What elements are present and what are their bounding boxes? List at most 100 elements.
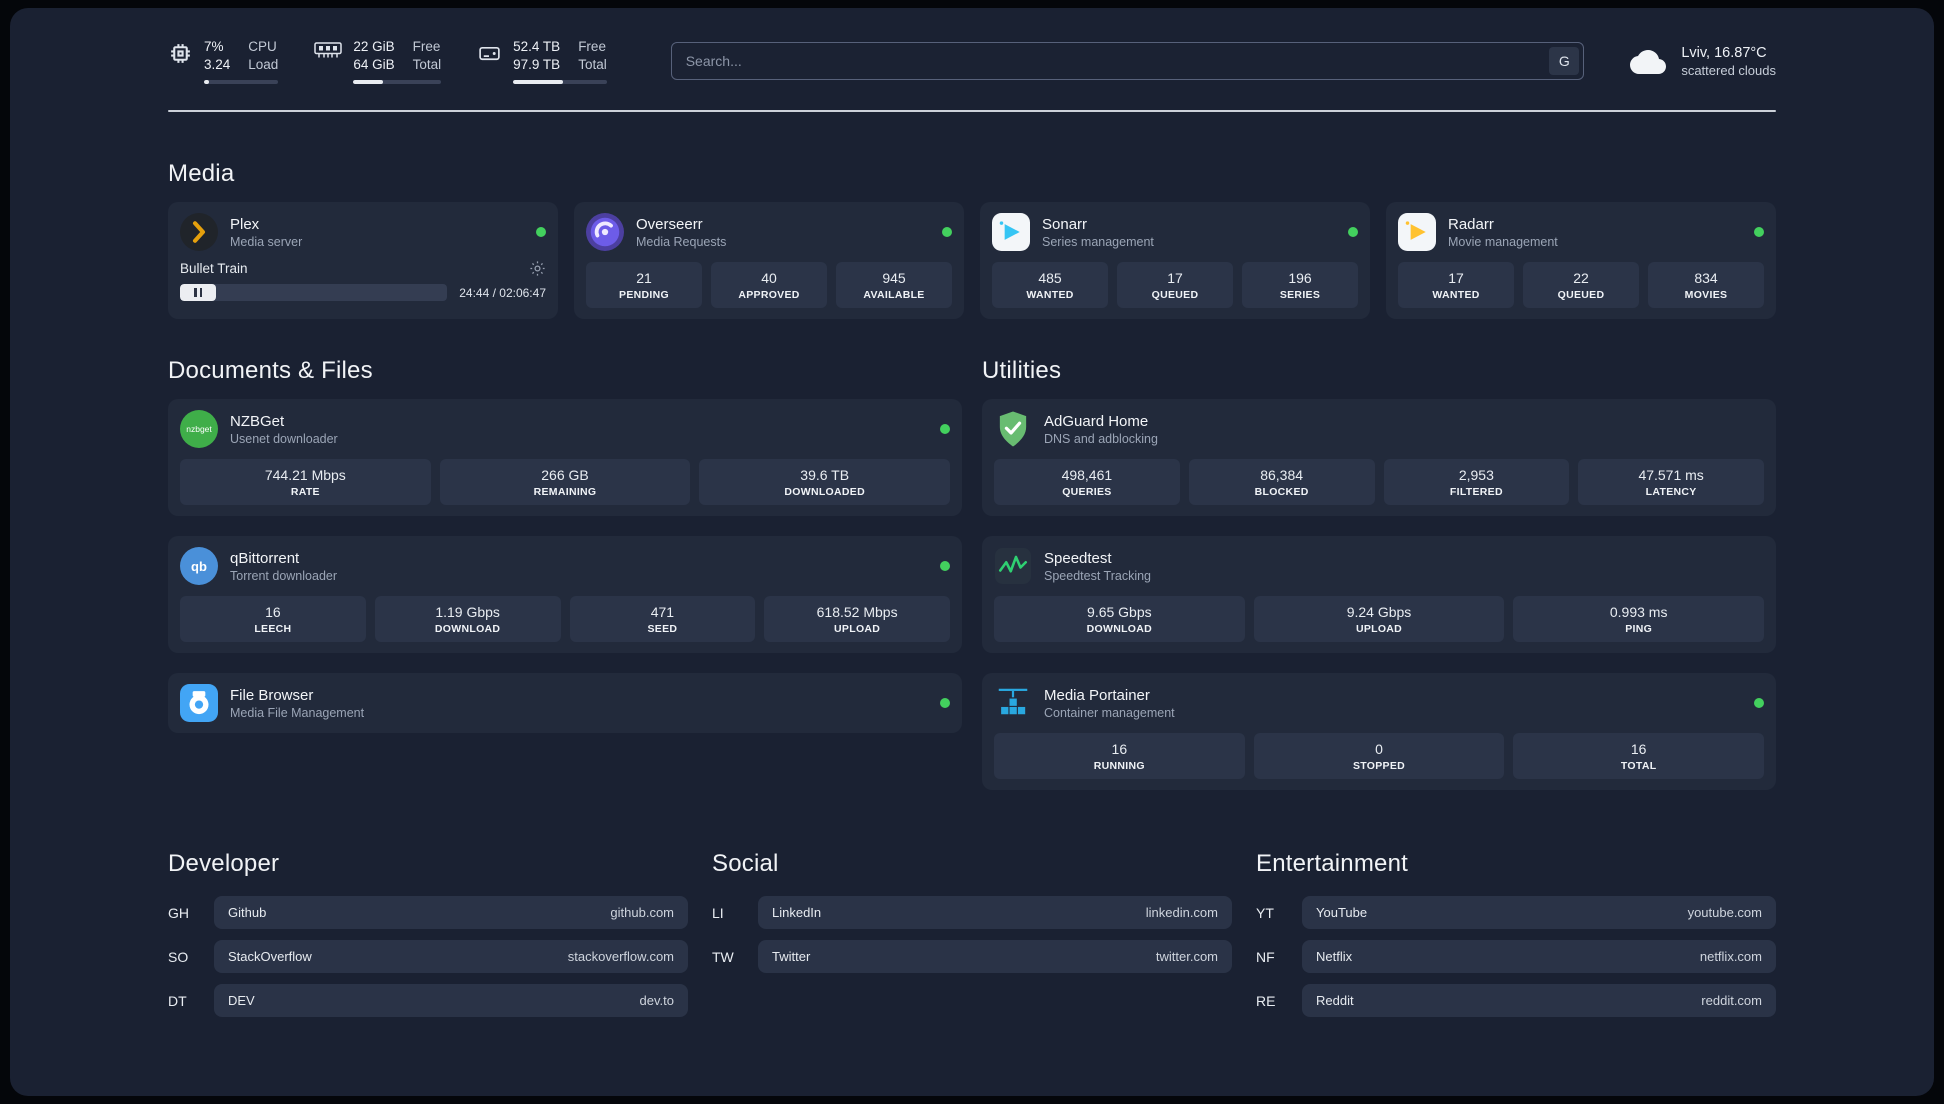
bookmark-link[interactable]: Github github.com (214, 896, 688, 930)
bookmark-link[interactable]: Netflix netflix.com (1302, 940, 1776, 974)
ram-label-bottom: Total (412, 57, 442, 73)
bookmark-url: reddit.com (1701, 993, 1762, 1009)
bookmark-url: linkedin.com (1145, 905, 1218, 921)
stat-ping: 0.993 ms PING (1513, 596, 1765, 643)
stat-label: QUERIES (1062, 486, 1112, 499)
bookmark-netflix: NF Netflix netflix.com (1256, 940, 1776, 974)
app-title: Plex (230, 215, 260, 233)
bookmark-name: LinkedIn (772, 905, 822, 921)
bookmark-url: dev.to (639, 993, 674, 1009)
qbittorrent-icon: qb (180, 547, 218, 586)
qbittorrent-card[interactable]: qb qBittorrent Torrent downloader 16 LEE… (168, 536, 962, 654)
speedtest-card[interactable]: Speedtest Speedtest Tracking 9.65 Gbps D… (982, 536, 1776, 654)
stat-value: 16 (265, 604, 281, 621)
stat-label: RATE (290, 486, 320, 499)
bookmark-link[interactable]: Twitter twitter.com (758, 940, 1232, 974)
bookmark-abbr: LI (712, 904, 724, 921)
bookmark-name: Github (228, 905, 267, 921)
app-title: File Browser (230, 686, 314, 704)
app-subtitle: DNS and adblocking (1044, 431, 1158, 446)
app-title: Speedtest (1044, 549, 1112, 567)
radarr-card[interactable]: Radarr Movie management 17 WANTED 22 QUE… (1386, 202, 1776, 320)
stat-value: 39.6 TB (800, 467, 850, 484)
stat-value: 196 (1288, 270, 1312, 287)
top-bar: 7% 3.24 CPU Load 22 GiB 64 GiB Free Tota… (168, 38, 1776, 85)
stat-label: DOWNLOAD (434, 623, 501, 636)
stat-queries: 498,461 QUERIES (994, 459, 1180, 506)
stat-value: 618.52 Mbps (816, 604, 898, 621)
search-input[interactable] (670, 42, 1585, 81)
bookmark-name: Netflix (1316, 949, 1353, 965)
sonarr-card[interactable]: Sonarr Series management 485 WANTED 17 Q… (980, 202, 1370, 320)
disk-labels: Free Total (578, 38, 607, 74)
ram-metric: 22 GiB 64 GiB Free Total (314, 38, 442, 85)
overseerr-card[interactable]: Overseerr Media Requests 21 PENDING 40 A… (574, 202, 964, 320)
pause-button[interactable] (180, 284, 216, 302)
utilities-section-title: Utilities (982, 357, 1062, 385)
plex-card[interactable]: Plex Media server Bullet Train 24:44 / 0… (168, 202, 558, 320)
stat-label: TOTAL (1620, 760, 1657, 773)
bookmark-abbr: RE (1256, 992, 1276, 1009)
bookmark-url: youtube.com (1687, 905, 1762, 921)
nzbget-card[interactable]: nzbget NZBGet Usenet downloader 744.21 M… (168, 399, 962, 517)
ram-icon (314, 41, 343, 64)
stat-value: 744.21 Mbps (264, 467, 346, 484)
bookmark-name: Reddit (1316, 993, 1354, 1009)
stat-label: REMAINING (533, 486, 597, 499)
bookmark-link[interactable]: DEV dev.to (214, 984, 688, 1018)
cpu-values: 7% 3.24 (204, 38, 230, 74)
bookmark-link[interactable]: LinkedIn linkedin.com (758, 896, 1232, 930)
media-section-title: Media (168, 160, 235, 188)
filebrowser-card[interactable]: File Browser Media File Management (168, 673, 962, 734)
google-search-button[interactable]: G (1549, 47, 1580, 76)
stat-stopped: 0 STOPPED (1253, 733, 1505, 780)
bookmark-linkedin: LI LinkedIn linkedin.com (712, 896, 1232, 930)
bookmark-link[interactable]: StackOverflow stackoverflow.com (214, 940, 688, 974)
stat-label: DOWNLOADED (784, 486, 865, 499)
app-subtitle: Movie management (1448, 234, 1558, 249)
cpu-chip-icon (168, 41, 193, 71)
stat-label: STOPPED (1352, 760, 1406, 773)
app-subtitle: Torrent downloader (230, 568, 338, 583)
bookmark-name: DEV (228, 993, 255, 1009)
stat-series: 196 SERIES (1242, 262, 1358, 309)
status-dot (940, 561, 950, 572)
bookmark-link[interactable]: Reddit reddit.com (1302, 984, 1776, 1018)
stat-total: 16 TOTAL (1513, 733, 1765, 780)
status-dot (1348, 227, 1358, 238)
bookmark-dev: DT DEV dev.to (168, 984, 688, 1018)
app-subtitle: Container management (1044, 705, 1175, 720)
bookmark-abbr: TW (712, 948, 734, 965)
cpu-label-top: CPU (248, 39, 277, 54)
stat-value: 47.571 ms (1638, 467, 1704, 484)
bookmark-github: GH Github github.com (168, 896, 688, 930)
stat-available: 945 AVAILABLE (836, 262, 952, 309)
bookmark-abbr: SO (168, 948, 189, 965)
hard-drive-icon (477, 41, 502, 71)
stat-value: 266 GB (541, 467, 589, 484)
app-title: AdGuard Home (1044, 412, 1149, 430)
app-title: Radarr (1448, 215, 1494, 233)
stat-seed: 471 SEED (569, 596, 756, 643)
gear-icon[interactable] (529, 260, 546, 277)
bookmark-url: stackoverflow.com (567, 949, 674, 965)
weather-widget: Lviv, 16.87°C scattered clouds (1628, 44, 1776, 79)
search-bar: G (670, 42, 1585, 81)
app-title: Sonarr (1042, 215, 1088, 233)
app-title: qBittorrent (230, 549, 300, 567)
cpu-load: 3.24 (204, 57, 231, 73)
bookmark-link[interactable]: YouTube youtube.com (1302, 896, 1776, 930)
cpu-metric: 7% 3.24 CPU Load (168, 38, 279, 85)
stat-upload: 9.24 Gbps UPLOAD (1253, 596, 1505, 643)
status-dot (940, 424, 950, 435)
speedtest-graph-icon (994, 547, 1032, 585)
stat-value: 22 (1573, 270, 1589, 287)
stat-value: 17 (1167, 270, 1183, 287)
portainer-card[interactable]: Media Portainer Container management 16 … (982, 673, 1776, 791)
status-dot (1754, 227, 1764, 238)
status-dot (940, 698, 950, 709)
stat-label: MOVIES (1684, 289, 1728, 302)
cpu-labels: CPU Load (248, 38, 278, 74)
adguard-card[interactable]: AdGuard Home DNS and adblocking 498,461 … (982, 399, 1776, 517)
stat-label: RUNNING (1093, 760, 1145, 773)
